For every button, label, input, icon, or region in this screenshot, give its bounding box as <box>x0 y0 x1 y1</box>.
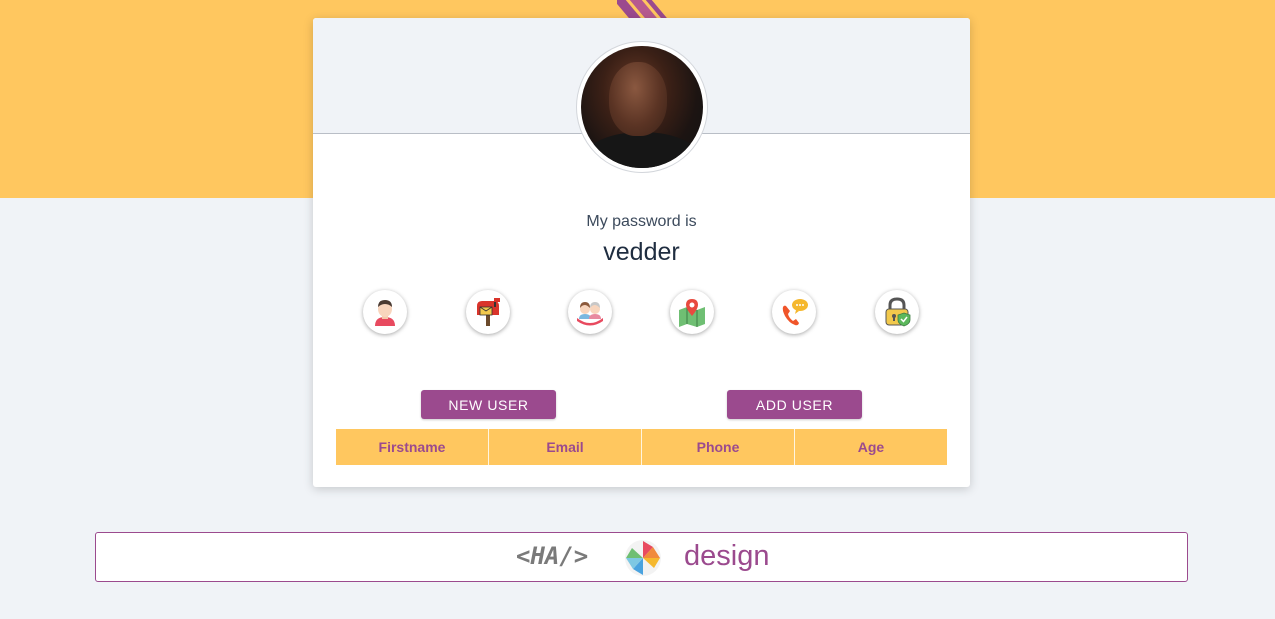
pinwheel-logo-icon <box>625 540 661 576</box>
add-user-button[interactable]: ADD USER <box>727 390 862 419</box>
brand-text: design <box>684 540 770 572</box>
info-icon-row <box>363 290 920 334</box>
new-user-button[interactable]: NEW USER <box>421 390 556 419</box>
mailbox-icon[interactable] <box>466 290 510 334</box>
column-header-age[interactable]: Age <box>795 429 947 465</box>
map-location-icon[interactable] <box>670 290 714 334</box>
info-label: My password is <box>586 213 697 230</box>
decorative-ribbon <box>617 0 675 18</box>
phone-icon[interactable] <box>772 290 816 334</box>
column-header-phone[interactable]: Phone <box>642 429 795 465</box>
user-table-header: Firstname Email Phone Age <box>336 429 947 465</box>
user-icon[interactable] <box>363 290 407 334</box>
footer-brand-bar: <HA/> design <box>95 532 1188 582</box>
avatar-photo <box>581 46 703 168</box>
column-header-email[interactable]: Email <box>489 429 642 465</box>
avatar <box>576 41 708 173</box>
age-couple-icon[interactable] <box>568 290 612 334</box>
user-card: My password is vedder NEW USER ADD USER … <box>313 18 970 487</box>
brand-code-text: <HA/> <box>516 542 589 570</box>
column-header-firstname[interactable]: Firstname <box>336 429 489 465</box>
lock-icon[interactable] <box>875 290 919 334</box>
info-value: vedder <box>603 238 680 266</box>
